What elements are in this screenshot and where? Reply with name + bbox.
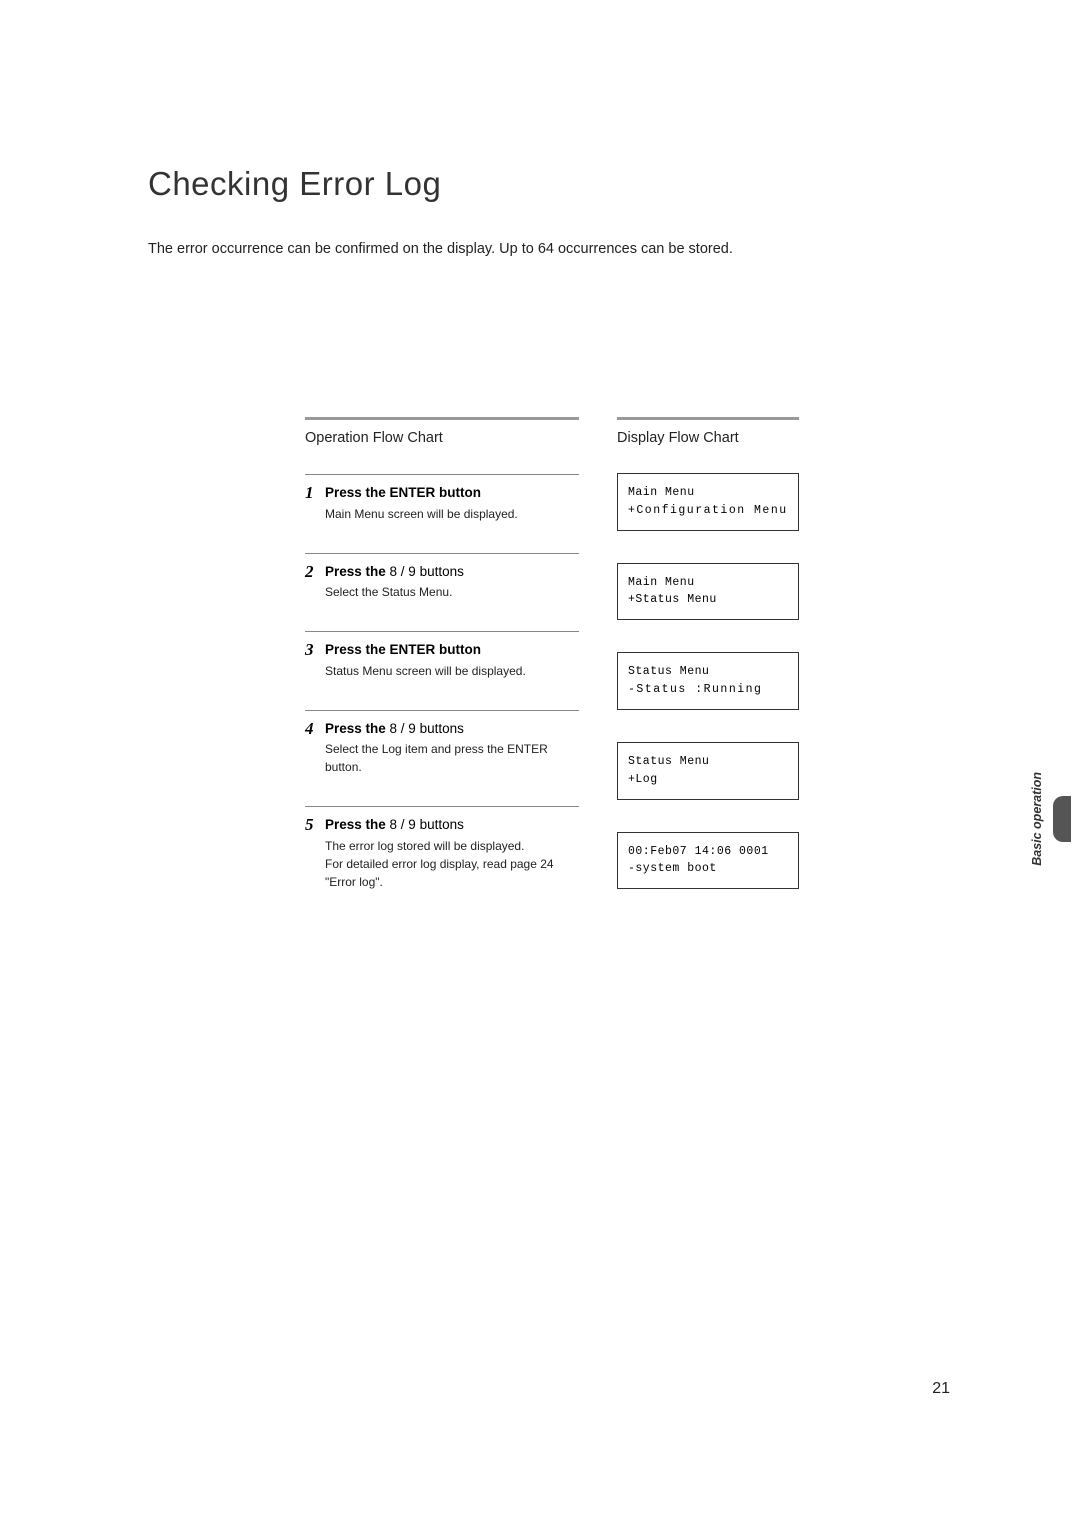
step-5-title: Press the 8 / 9 buttons xyxy=(325,816,579,834)
section-tab: Basic operation xyxy=(1030,772,1080,866)
section-tab-label: Basic operation xyxy=(1030,772,1044,866)
display-flow-column: Display Flow Chart Main Menu +Configurat… xyxy=(617,417,799,921)
step-number: 1 xyxy=(305,484,315,523)
step-2-desc: Select the Status Menu. xyxy=(325,583,579,601)
display-line: -Status :Running xyxy=(628,681,788,699)
display-line: Status Menu xyxy=(628,663,788,681)
flow-columns: Operation Flow Chart 1 Press the ENTER b… xyxy=(305,417,950,921)
display-line: +Configuration Menu xyxy=(628,502,788,520)
display-line: 00:Feb07 14:06 0001 xyxy=(628,843,788,861)
intro-text: The error occurrence can be confirmed on… xyxy=(148,241,950,257)
display-box-5: 00:Feb07 14:06 0001 -system boot xyxy=(617,832,799,890)
display-box-1: Main Menu +Configuration Menu xyxy=(617,473,799,531)
step-5-desc: The error log stored will be displayed. … xyxy=(325,837,579,891)
step-2: 2 Press the 8 / 9 buttons Select the Sta… xyxy=(305,553,579,602)
right-header-bar xyxy=(617,417,799,420)
step-number: 5 xyxy=(305,816,315,891)
left-header-bar xyxy=(305,417,579,420)
step-number: 3 xyxy=(305,641,315,680)
step-3-desc: Status Menu screen will be displayed. xyxy=(325,662,579,680)
left-column-header: Operation Flow Chart xyxy=(305,430,579,446)
step-3-title: Press the ENTER button xyxy=(325,641,579,659)
display-box-3: Status Menu -Status :Running xyxy=(617,652,799,710)
step-1-title: Press the ENTER button xyxy=(325,484,579,502)
display-line: Main Menu xyxy=(628,574,788,592)
step-number: 4 xyxy=(305,720,315,777)
right-column-header: Display Flow Chart xyxy=(617,430,799,446)
step-1: 1 Press the ENTER button Main Menu scree… xyxy=(305,474,579,523)
display-box-2: Main Menu +Status Menu xyxy=(617,563,799,621)
page-number: 21 xyxy=(932,1380,950,1398)
page-title: Checking Error Log xyxy=(148,165,950,203)
display-line: Status Menu xyxy=(628,753,788,771)
display-line: +Log xyxy=(628,771,788,789)
display-line: Main Menu xyxy=(628,484,788,502)
operation-flow-column: Operation Flow Chart 1 Press the ENTER b… xyxy=(305,417,579,921)
display-line: -system boot xyxy=(628,860,788,878)
step-2-title: Press the 8 / 9 buttons xyxy=(325,563,579,581)
section-tab-block xyxy=(1053,796,1071,842)
step-1-desc: Main Menu screen will be displayed. xyxy=(325,505,579,523)
step-4: 4 Press the 8 / 9 buttons Select the Log… xyxy=(305,710,579,777)
step-4-title: Press the 8 / 9 buttons xyxy=(325,720,579,738)
step-3: 3 Press the ENTER button Status Menu scr… xyxy=(305,631,579,680)
step-number: 2 xyxy=(305,563,315,602)
display-line: +Status Menu xyxy=(628,591,788,609)
display-box-4: Status Menu +Log xyxy=(617,742,799,800)
step-5: 5 Press the 8 / 9 buttons The error log … xyxy=(305,806,579,891)
step-4-desc: Select the Log item and press the ENTER … xyxy=(325,740,579,776)
